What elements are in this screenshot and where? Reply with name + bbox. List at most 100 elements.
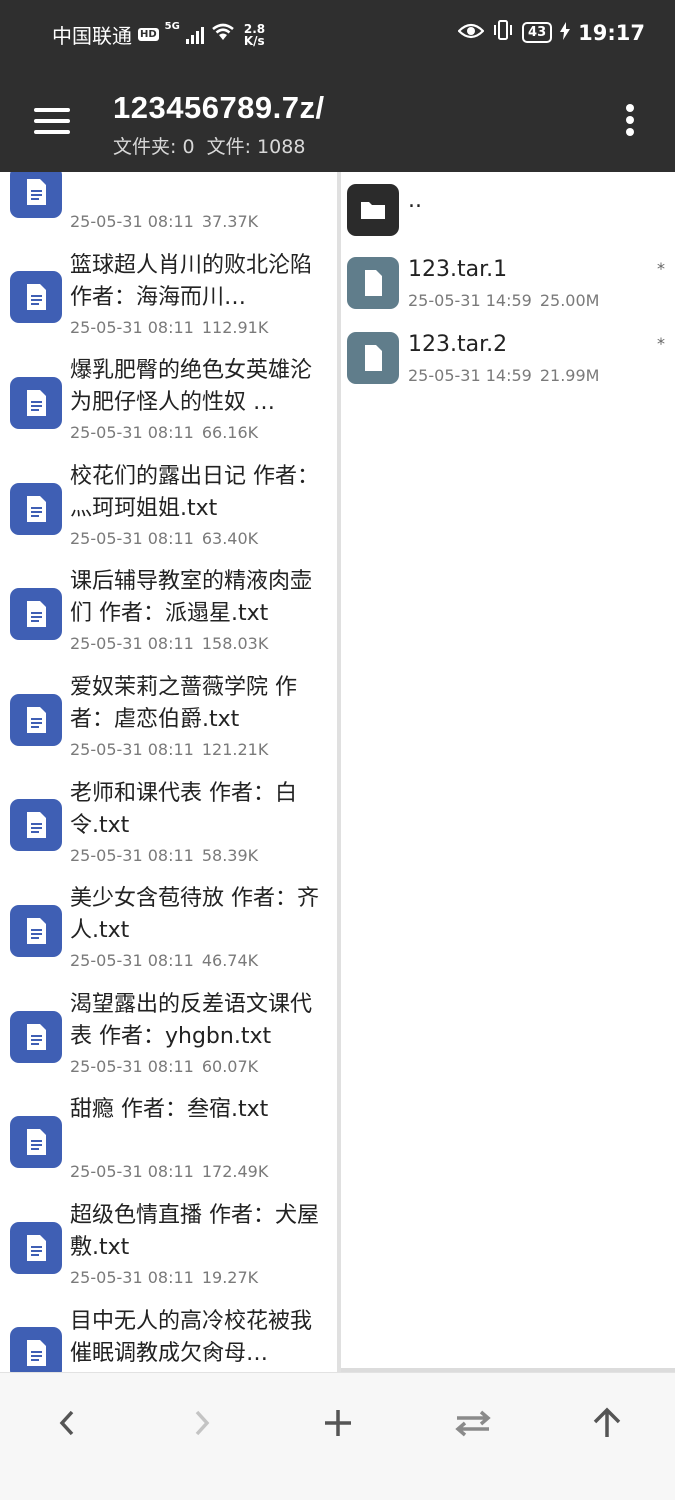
file-size: 112.91K xyxy=(201,317,269,337)
net-speed: 2.8 K/s xyxy=(243,21,266,48)
file-date: 25-05-31 14:59 xyxy=(408,366,532,385)
right-file-pane[interactable]: .. 123.tar.1 25-05-31 14:59 25.00M * 123.tar… xyxy=(341,172,675,1372)
network-type: 5G xyxy=(164,21,180,32)
file-date: 25-05-31 08:11 xyxy=(70,212,194,231)
left-file-row[interactable]: 美少女含苞待放 作者：齐人.txt 25-05-31 08:11 46.74K xyxy=(0,878,337,984)
left-file-row[interactable]: 老师和课代表 作者：白令.txt 25-05-31 08:11 58.39K xyxy=(0,773,337,879)
document-icon xyxy=(10,482,62,535)
file-name: 校花们的露出日记 作者：灬珂珂姐姐.txt xyxy=(70,463,319,521)
file-size: 121.21K xyxy=(201,739,269,759)
document-icon xyxy=(10,172,62,218)
file-size: 25.00M xyxy=(539,291,600,310)
folder-file-count: 文件夹: 0 文件: 1088 xyxy=(113,136,306,158)
file-size: 172.49K xyxy=(201,1162,269,1182)
file-size: 63.40K xyxy=(201,528,259,548)
status-bar: 中国联通 HD 5G 2.8 K/s 43 19:17 xyxy=(0,0,675,70)
file-name: 123.tar.2 xyxy=(408,332,508,357)
document-icon xyxy=(10,904,62,957)
document-icon xyxy=(10,1010,62,1063)
path-title: 123456789.7z/ xyxy=(113,90,325,125)
document-icon xyxy=(10,271,62,324)
file-size: 37.37K xyxy=(201,212,259,231)
file-meta: 25-05-31 08:11 37.37K xyxy=(70,212,258,231)
battery-indicator: 43 xyxy=(522,22,553,43)
wifi-icon xyxy=(210,22,236,47)
hd-badge: HD xyxy=(138,28,159,41)
file-size: 46.74K xyxy=(201,951,259,971)
file-date: 25-05-31 08:11 xyxy=(70,951,194,971)
file-name: 篮球超人肖川的败北沦陷 作者：海海而川… xyxy=(70,252,313,310)
chevron-right-icon[interactable] xyxy=(172,1403,232,1443)
left-file-pane[interactable]: 者：不想上班.txt 25-05-31 08:11 37.37K 篮球超人肖川的败北沦… xyxy=(0,172,337,1372)
document-icon xyxy=(10,693,62,746)
left-file-row[interactable]: 爱奴茉莉之蔷薇学院 作者：虐恋伯爵.txt 25-05-31 08:11 121.2… xyxy=(0,667,337,773)
parent-folder-row[interactable]: .. xyxy=(341,182,675,257)
file-date: 25-05-31 08:11 xyxy=(70,634,194,654)
document-icon xyxy=(10,799,62,852)
file-meta: 25-05-31 08:11 66.16K xyxy=(70,423,258,442)
modified-mark: * xyxy=(657,334,665,353)
file-size: 60.07K xyxy=(201,1056,259,1076)
file-size: 21.99M xyxy=(539,366,600,385)
file-meta: 25-05-31 14:59 21.99M xyxy=(408,366,599,385)
file-meta: 25-05-31 08:11 60.07K xyxy=(70,1057,258,1076)
bottom-toolbar xyxy=(0,1372,675,1500)
left-file-row[interactable]: 者：不想上班.txt 25-05-31 08:11 37.37K xyxy=(0,172,337,245)
file-name: 目中无人的高冷校花被我催眠调教成欠肏母… xyxy=(70,1308,313,1366)
carrier-name: 中国联通 xyxy=(52,24,132,48)
charging-icon xyxy=(560,21,571,45)
archive-file-icon xyxy=(347,332,399,384)
left-file-row[interactable]: 校花们的露出日记 作者：灬珂珂姐姐.txt 25-05-31 08:11 63.40… xyxy=(0,456,337,562)
left-file-list: 者：不想上班.txt 25-05-31 08:11 37.37K 篮球超人肖川的败北沦… xyxy=(0,172,337,1372)
file-meta: 25-05-31 08:11 58.39K xyxy=(70,846,258,865)
hamburger-menu-icon[interactable] xyxy=(34,106,72,136)
clock: 19:17 xyxy=(578,20,645,45)
file-date: 25-05-31 08:11 xyxy=(70,845,194,865)
right-file-row[interactable]: 123.tar.2 25-05-31 14:59 21.99M * xyxy=(341,332,675,407)
file-meta: 25-05-31 08:11 172.49K xyxy=(70,1162,268,1181)
left-file-row[interactable]: 爆乳肥臀的绝色女英雄沦为肥仔怪人的性奴 … 25-05-31 08:11 66.16… xyxy=(0,350,337,456)
archive-file-icon xyxy=(347,257,399,309)
file-meta: 25-05-31 14:59 25.00M xyxy=(408,291,599,310)
top-bar: 中国联通 HD 5G 2.8 K/s 43 19:17 123456789.7z… xyxy=(0,0,675,172)
file-meta: 25-05-31 08:11 121.21K xyxy=(70,740,268,759)
plus-icon[interactable] xyxy=(308,1403,368,1443)
file-size: 58.39K xyxy=(201,845,259,865)
file-date: 25-05-31 08:11 xyxy=(70,1267,194,1287)
left-file-row[interactable]: 甜瘾 作者：叁宿.txt 25-05-31 08:11 172.49K xyxy=(0,1089,337,1195)
file-meta: 25-05-31 08:11 112.91K xyxy=(70,318,268,337)
file-date: 25-05-31 08:11 xyxy=(70,739,194,759)
modified-mark: * xyxy=(657,259,665,278)
file-size: 66.16K xyxy=(201,423,259,443)
document-icon xyxy=(10,588,62,641)
file-date: 25-05-31 08:11 xyxy=(70,1162,194,1182)
more-vert-icon[interactable] xyxy=(618,104,642,140)
arrow-up-icon[interactable] xyxy=(577,1403,637,1443)
signal-icon xyxy=(185,26,204,44)
left-file-row[interactable]: 篮球超人肖川的败北沦陷 作者：海海而川… 25-05-31 08:11 112.91… xyxy=(0,245,337,351)
document-icon xyxy=(10,376,62,429)
swap-horiz-icon[interactable] xyxy=(443,1403,503,1443)
file-meta: 25-05-31 08:11 158.03K xyxy=(70,634,268,653)
document-icon xyxy=(10,1116,62,1169)
document-icon xyxy=(10,1327,62,1372)
eye-icon xyxy=(457,21,485,45)
chevron-left-icon[interactable] xyxy=(36,1403,96,1443)
left-file-row[interactable]: 超级色情直播 作者：犬屋敷.txt 25-05-31 08:11 19.27K xyxy=(0,1195,337,1301)
file-name: 爆乳肥臀的绝色女英雄沦为肥仔怪人的性奴 … xyxy=(70,358,313,416)
right-file-row[interactable]: 123.tar.1 25-05-31 14:59 25.00M * xyxy=(341,257,675,332)
file-meta: 25-05-31 08:11 46.74K xyxy=(70,951,258,970)
app-bar: 123456789.7z/ 文件夹: 0 文件: 1088 xyxy=(0,80,675,172)
file-meta: 25-05-31 08:11 19.27K xyxy=(70,1268,258,1287)
file-size: 158.03K xyxy=(201,634,269,654)
left-file-row[interactable]: 课后辅导教室的精液肉壶们 作者：派遢星.txt 25-05-31 08:11 158… xyxy=(0,561,337,667)
file-meta: 25-05-31 08:11 63.40K xyxy=(70,529,258,548)
file-name: 123.tar.1 xyxy=(408,257,508,282)
file-name: 渴望露出的反差语文课代表 作者：yhgbn.txt xyxy=(70,991,313,1049)
file-date: 25-05-31 08:11 xyxy=(70,423,194,443)
left-file-row[interactable]: 渴望露出的反差语文课代表 作者：yhgbn.txt 25-05-31 08:11 6… xyxy=(0,984,337,1090)
vibrate-icon xyxy=(492,20,514,45)
left-file-row[interactable]: 目中无人的高冷校花被我催眠调教成欠肏母…25-05-31 08:1183.52K xyxy=(0,1301,337,1372)
file-size: 19.27K xyxy=(201,1267,259,1287)
file-name: 老师和课代表 作者：白令.txt xyxy=(70,780,297,838)
